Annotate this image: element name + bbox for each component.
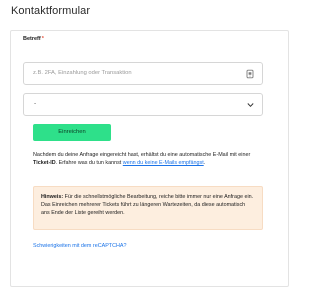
category-select[interactable]: - bbox=[23, 93, 263, 116]
info-text-3: . bbox=[203, 160, 206, 167]
hint-title: Hinweis: bbox=[41, 194, 64, 200]
password-manager-icon[interactable] bbox=[245, 69, 255, 79]
page-title: Kontaktformular bbox=[11, 5, 91, 17]
hint-body: Für die schnellstmögliche Bearbeitung, r… bbox=[41, 194, 254, 217]
subject-label-text: Betreff bbox=[23, 36, 41, 42]
chevron-down-icon bbox=[247, 103, 254, 108]
required-marker: * bbox=[41, 36, 44, 42]
submission-info: Nachdem du deine Anfrage eingereicht has… bbox=[33, 151, 263, 167]
category-select-value: - bbox=[34, 100, 37, 107]
ticket-id-label: Ticket-ID bbox=[33, 160, 56, 167]
subject-label: Betreff* bbox=[23, 36, 44, 42]
hint-box: Hinweis: Für die schnellstmögliche Bearb… bbox=[33, 186, 263, 230]
info-text-1: Nachdem du deine Anfrage eingereicht has… bbox=[33, 152, 251, 158]
info-text-2: . Erfahre was du tun kannst bbox=[55, 160, 123, 167]
recaptcha-help-link[interactable]: Schwierigkeiten mit dem reCAPTCHA? bbox=[33, 243, 126, 249]
subject-input[interactable]: z.B. 2FA, Einzahlung oder Transaktion bbox=[23, 62, 263, 85]
submit-button[interactable]: Einreichen bbox=[33, 124, 111, 141]
no-email-help-link[interactable]: wenn du keine E-Mails empfängst bbox=[123, 160, 204, 166]
subject-input-placeholder: z.B. 2FA, Einzahlung oder Transaktion bbox=[33, 70, 132, 76]
